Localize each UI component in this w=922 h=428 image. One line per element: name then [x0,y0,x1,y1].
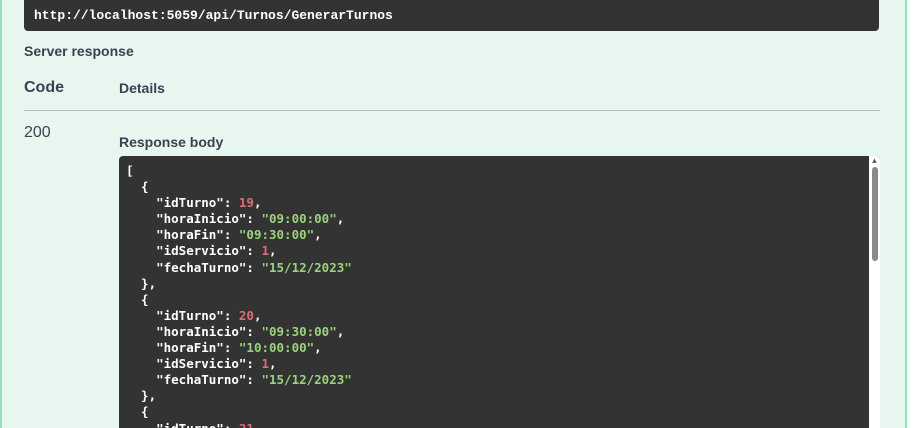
response-line: "idTurno": 19, [126,195,869,211]
left-border [0,0,2,428]
response-status-code: 200 [24,124,51,141]
number-token: 1 [261,243,269,259]
response-line: "idServicio": 1, [126,243,869,259]
text-token: { [126,179,149,195]
text-token: "horaFin": [126,340,239,356]
text-token: "horaInicio": [126,323,262,339]
response-line: { [126,404,869,420]
request-url[interactable]: http://localhost:5059/api/Turnos/Generar… [34,8,393,23]
response-line: "idTurno": 21 [126,421,869,428]
response-line: [ [126,163,869,179]
text-token: , [314,340,322,356]
text-token: , [269,356,277,372]
text-token: [ [126,163,134,178]
text-token: , [314,227,322,243]
text-token: , [253,307,262,323]
response-body[interactable]: [ { "idTurno": 19, "horaInicio": "09:00:… [119,156,880,428]
text-token: "idTurno": [126,195,239,211]
text-token: "idServicio": [126,243,262,259]
response-line: }, [126,388,869,404]
response-line: "horaFin": "10:00:00", [126,340,869,356]
response-line: }, [126,276,869,292]
response-line: "horaInicio": "09:30:00", [126,324,869,340]
text-token: "idTurno": [126,420,239,428]
number-token: 1 [261,356,269,372]
server-response-title: Server response [24,43,134,59]
response-line: "idTurno": 20, [126,308,869,324]
response-line: "fechaTurno": "15/12/2023" [126,260,869,276]
response-line: "horaFin": "09:30:00", [126,227,869,243]
page-edge [907,0,922,428]
header-divider [24,110,880,111]
response-line: { [126,179,869,195]
details-column-header: Details [119,80,165,96]
string-token: "09:00:00" [261,211,337,227]
text-token: "horaFin": [126,227,239,243]
code-column-header: Code [24,79,64,96]
text-token: "fechaTurno": [126,259,262,275]
number-token: 21 [238,420,254,428]
string-token: "09:30:00" [238,227,315,243]
text-token: }, [126,388,157,404]
text-token: { [126,291,149,307]
response-body-content[interactable]: [ { "idTurno": 19, "horaInicio": "09:00:… [119,156,869,428]
response-line: "idServicio": 1, [126,356,869,372]
text-token: "idServicio": [126,356,262,372]
string-token: "09:30:00" [261,323,337,339]
text-token: }, [126,275,157,291]
text-token: , [253,195,262,211]
text-token: , [336,211,345,227]
response-line: { [126,292,869,308]
number-token: 19 [238,195,254,211]
response-body-scrollbar[interactable]: ▲ [869,156,880,428]
string-token: "10:00:00" [238,340,315,356]
text-token: { [126,404,149,420]
number-token: 20 [238,307,254,323]
text-token: , [269,243,277,259]
string-token: "15/12/2023" [261,372,352,388]
text-token: , [336,323,345,339]
string-token: "15/12/2023" [261,259,352,275]
scrollbar-thumb[interactable] [872,167,878,261]
response-body-label: Response body [119,134,224,150]
response-line: "horaInicio": "09:00:00", [126,211,869,227]
text-token: "idTurno": [126,307,239,323]
text-token: "fechaTurno": [126,372,262,388]
request-url-box: http://localhost:5059/api/Turnos/Generar… [24,0,879,31]
text-token: "horaInicio": [126,211,262,227]
response-line: "fechaTurno": "15/12/2023" [126,372,869,388]
scroll-up-icon[interactable]: ▲ [869,157,880,165]
